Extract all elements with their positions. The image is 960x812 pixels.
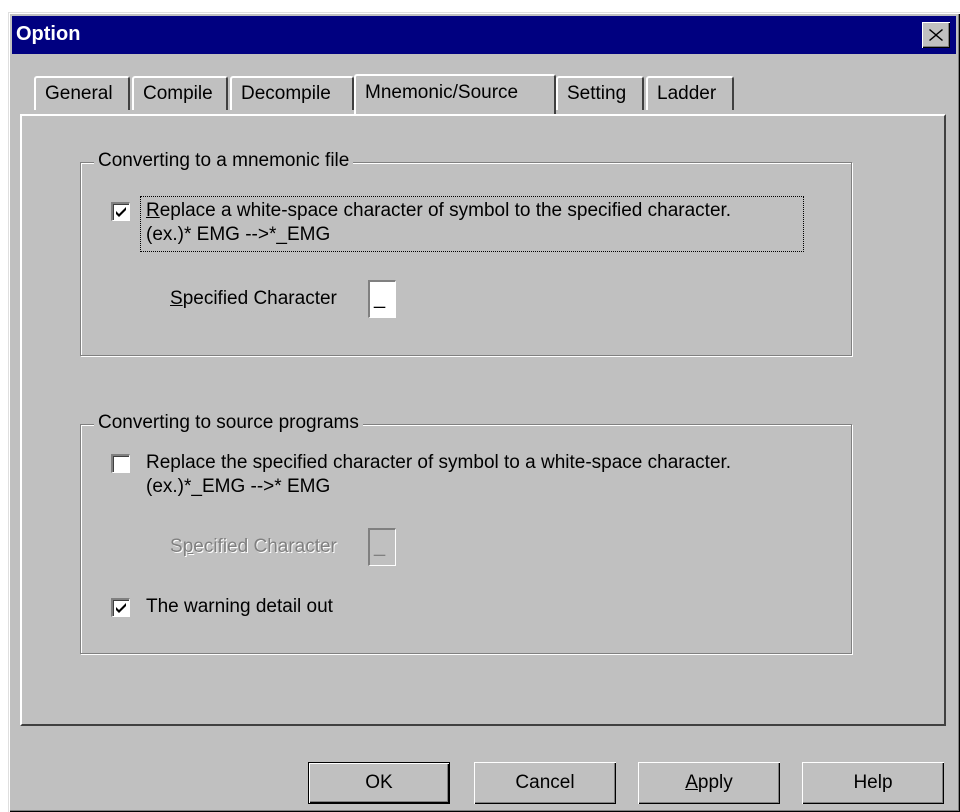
checkmark-icon xyxy=(116,207,126,217)
button-label: Help xyxy=(853,772,893,793)
replace-whitespace-example: (ex.)* EMG -->*_EMG xyxy=(146,224,331,245)
replace-whitespace-label[interactable]: Replace a white-space character of symbo… xyxy=(146,200,731,222)
group-title: Converting to source programs xyxy=(94,412,363,434)
ok-button[interactable]: OK xyxy=(308,762,450,804)
button-label: OK xyxy=(365,772,393,793)
tab-label: General xyxy=(45,83,113,104)
tab-mnemonic-source[interactable]: Mnemonic/Source xyxy=(354,74,556,114)
replace-specified-example: (ex.)*_EMG -->* EMG xyxy=(146,476,331,497)
replace-specified-checkbox[interactable] xyxy=(111,454,130,473)
specified-character-label-disabled: Specified Character xyxy=(170,536,337,557)
close-x-icon xyxy=(929,29,943,41)
cancel-button[interactable]: Cancel xyxy=(474,762,616,804)
warning-detail-checkbox[interactable] xyxy=(111,598,130,617)
groupbox-mnemonic-file: Converting to a mnemonic file xyxy=(80,150,852,356)
specified-character-input[interactable]: _ xyxy=(368,280,396,318)
warning-detail-label[interactable]: The warning detail out xyxy=(146,596,333,618)
checkmark-icon xyxy=(116,603,126,613)
tab-setting[interactable]: Setting xyxy=(556,76,644,110)
tab-panel-mnemonic-source: Converting to a mnemonic file Replace a … xyxy=(20,114,946,726)
tab-label: Decompile xyxy=(241,83,331,104)
dialog-title: Option xyxy=(16,23,81,45)
tab-label: Compile xyxy=(143,83,213,104)
tab-decompile[interactable]: Decompile xyxy=(230,76,354,110)
close-button[interactable] xyxy=(922,22,950,48)
button-label: Apply xyxy=(685,772,733,793)
title-bar[interactable]: Option xyxy=(12,16,956,54)
tab-label: Mnemonic/Source xyxy=(365,82,519,103)
group-title: Converting to a mnemonic file xyxy=(94,150,354,172)
tab-compile[interactable]: Compile xyxy=(132,76,228,110)
apply-button[interactable]: Apply xyxy=(638,762,780,804)
tab-label: Ladder xyxy=(657,83,717,104)
tab-ladder[interactable]: Ladder xyxy=(646,76,734,110)
button-label: Cancel xyxy=(515,772,575,793)
replace-specified-label[interactable]: Replace the specified character of symbo… xyxy=(146,452,731,474)
specified-character-label: Specified Character xyxy=(170,288,337,309)
specified-character-input-disabled: _ xyxy=(368,528,396,566)
replace-whitespace-checkbox[interactable] xyxy=(111,202,130,221)
help-button[interactable]: Help xyxy=(802,762,944,804)
tab-label: Setting xyxy=(567,83,627,104)
tab-general[interactable]: General xyxy=(34,76,130,110)
